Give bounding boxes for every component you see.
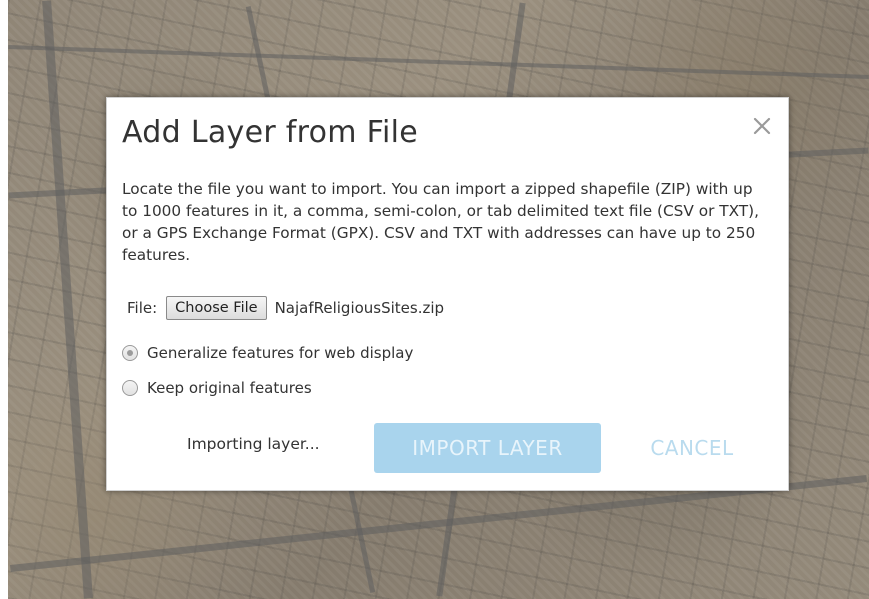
cancel-button[interactable]: CANCEL	[627, 423, 757, 473]
file-label: File:	[127, 299, 158, 317]
dialog-title: Add Layer from File	[122, 115, 419, 150]
add-layer-dialog: Add Layer from File Locate the file you …	[106, 97, 789, 491]
selected-file-name: NajafReligiousSites.zip	[274, 299, 445, 317]
generalize-features-label: Generalize features for web display	[147, 344, 414, 362]
close-icon	[753, 117, 771, 135]
map-road	[8, 44, 869, 80]
import-layer-button[interactable]: IMPORT LAYER	[374, 423, 601, 473]
import-status-text: Importing layer...	[187, 435, 320, 453]
generalize-features-radio[interactable]	[122, 345, 138, 361]
close-button[interactable]	[748, 112, 776, 140]
file-row: File: Choose File NajafReligiousSites.zi…	[127, 296, 444, 320]
keep-original-option[interactable]: Keep original features	[122, 379, 312, 397]
keep-original-label: Keep original features	[147, 379, 312, 397]
keep-original-radio[interactable]	[122, 380, 138, 396]
choose-file-button[interactable]: Choose File	[166, 296, 267, 320]
dialog-description: Locate the file you want to import. You …	[122, 180, 759, 264]
map-road	[42, 0, 93, 599]
generalize-features-option[interactable]: Generalize features for web display	[122, 344, 413, 362]
